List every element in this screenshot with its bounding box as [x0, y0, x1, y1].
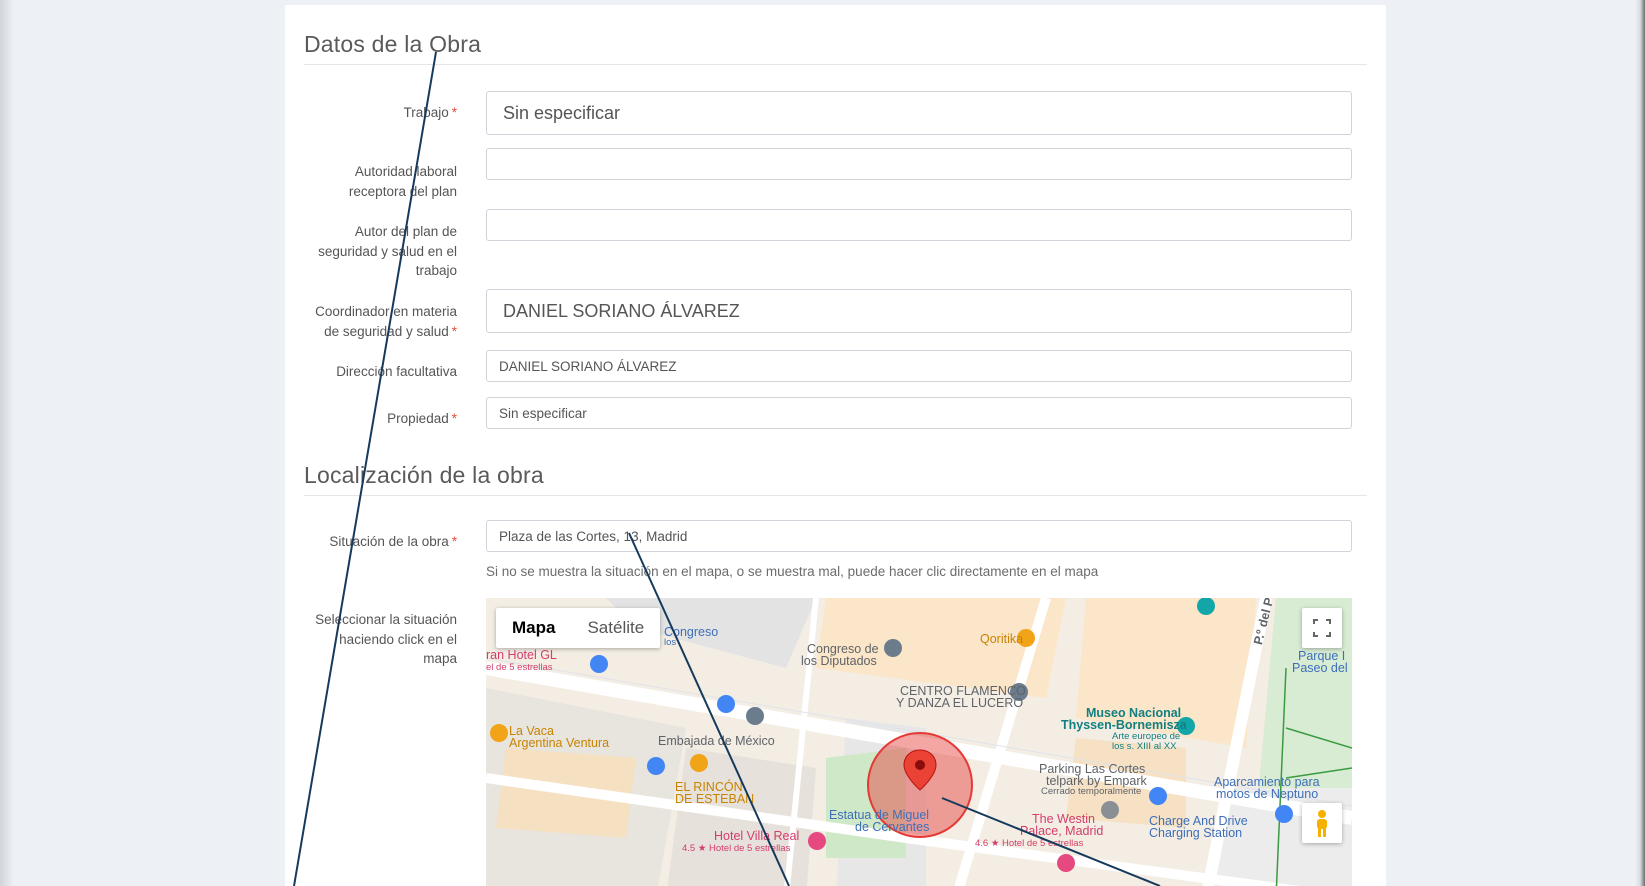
label-propiedad-text: Propiedad	[387, 411, 449, 426]
autoridad-field[interactable]	[486, 148, 1352, 180]
required-mark: *	[451, 105, 457, 120]
direccion-field[interactable]	[486, 350, 1352, 382]
required-mark: *	[451, 534, 457, 549]
map-label-gran-hotel: ran Hotel GL	[486, 648, 557, 662]
map-type-mapa-button[interactable]: Mapa	[496, 608, 571, 648]
map-label-museo-sub-2: los s. XIII al XX	[1112, 741, 1177, 752]
map-label-charge-2: Charging Station	[1149, 826, 1243, 840]
section-title-localizacion: Localización de la obra	[304, 462, 544, 488]
label-seleccionar-line2: haciendo click en el	[339, 631, 457, 647]
label-seleccionar-line3: mapa	[423, 651, 457, 666]
label-autoridad: Autoridad laboral receptora del plan	[297, 162, 457, 201]
map-label-westin-2: Palace, Madrid	[1020, 824, 1104, 838]
map-label-villa-real-sub: 4.5 ★ Hotel de 5 estrellas	[682, 843, 791, 854]
map-label-congreso-diputados-2: los Diputados	[801, 654, 877, 668]
section-divider	[304, 495, 1367, 496]
map-label-qoritika: Qoritika	[980, 632, 1024, 646]
label-direccion-text: Dirección facultativa	[336, 364, 457, 379]
map-type-control: Mapa Satélite	[496, 608, 661, 648]
label-coordinador: Coordinador en materia de seguridad y sa…	[297, 302, 457, 341]
label-autor: Autor del plan de seguridad y salud en e…	[297, 222, 457, 281]
fullscreen-icon	[1313, 619, 1331, 637]
section-divider	[304, 64, 1367, 65]
label-situacion-text: Situación de la obra	[329, 534, 449, 549]
pegman-icon	[1317, 810, 1327, 837]
map-label-congreso-sub: los	[664, 637, 677, 648]
situacion-field[interactable]	[486, 520, 1352, 552]
label-seleccionar-line1: Seleccionar la situación	[315, 612, 457, 627]
required-mark: *	[451, 323, 457, 339]
map-label-villa-real: Hotel Villa Real	[714, 829, 800, 843]
label-situacion: Situación de la obra *	[297, 532, 457, 552]
label-autor-line3: trabajo	[415, 263, 457, 278]
trabajo-field[interactable]	[486, 91, 1352, 135]
fullscreen-button[interactable]	[1302, 608, 1342, 648]
required-mark: *	[451, 411, 457, 426]
map-label-aparcamiento-2: motos de Neptuno	[1216, 787, 1319, 801]
coordinador-field[interactable]	[486, 289, 1352, 333]
section-title-obra: Datos de la Obra	[304, 31, 482, 57]
map-label-embajada: Embajada de México	[658, 734, 775, 748]
map-label-centro-flamenco-2: Y DANZA EL LUCERO	[896, 696, 1024, 710]
right-edge-shadow	[1635, 0, 1645, 886]
label-propiedad: Propiedad *	[297, 409, 457, 429]
label-autoridad-line1: Autoridad laboral	[354, 164, 457, 179]
label-coordinador-line1: Coordinador en materia	[315, 304, 457, 319]
label-seleccionar: Seleccionar la situación haciendo click …	[297, 610, 457, 669]
autor-field[interactable]	[486, 209, 1352, 241]
map-label-la-vaca-2: Argentina Ventura	[509, 736, 610, 750]
label-coordinador-line2: de seguridad y salud	[324, 323, 449, 339]
label-autoridad-line2: receptora del plan	[348, 183, 457, 199]
label-autor-line1: Autor del plan de	[354, 224, 457, 239]
propiedad-field[interactable]	[486, 397, 1352, 429]
label-autor-line2: seguridad y salud en el	[318, 243, 457, 259]
map-label-parking-sub: Cerrado temporalmente	[1041, 786, 1142, 797]
location-map[interactable]: Mapa Satélite Congreso los ran Hotel GL	[486, 598, 1352, 886]
form-card: Datos de la Obra Trabajo* Autoridad labo…	[285, 5, 1386, 886]
page: Datos de la Obra Trabajo* Autoridad labo…	[0, 0, 1645, 886]
label-trabajo-text: Trabajo	[403, 105, 449, 120]
map-label-westin-sub: 4.6 ★ Hotel de 5 estrellas	[975, 838, 1084, 849]
label-direccion: Dirección facultativa	[297, 362, 457, 382]
street-view-button[interactable]	[1302, 803, 1342, 843]
map-label-paseo-del: Paseo del	[1292, 661, 1348, 675]
map-label-rincon-2: DE ESTEBAN	[675, 792, 755, 806]
left-edge-shadow	[0, 0, 14, 886]
map-type-satelite-button[interactable]: Satélite	[571, 608, 660, 648]
label-trabajo: Trabajo *	[297, 103, 457, 123]
map-label-gran-hotel-sub: el de 5 estrellas	[486, 662, 553, 673]
situacion-help-text: Si no se muestra la situación en el mapa…	[486, 564, 1099, 579]
map-label-estatua-2: de Cervantes	[855, 820, 930, 834]
